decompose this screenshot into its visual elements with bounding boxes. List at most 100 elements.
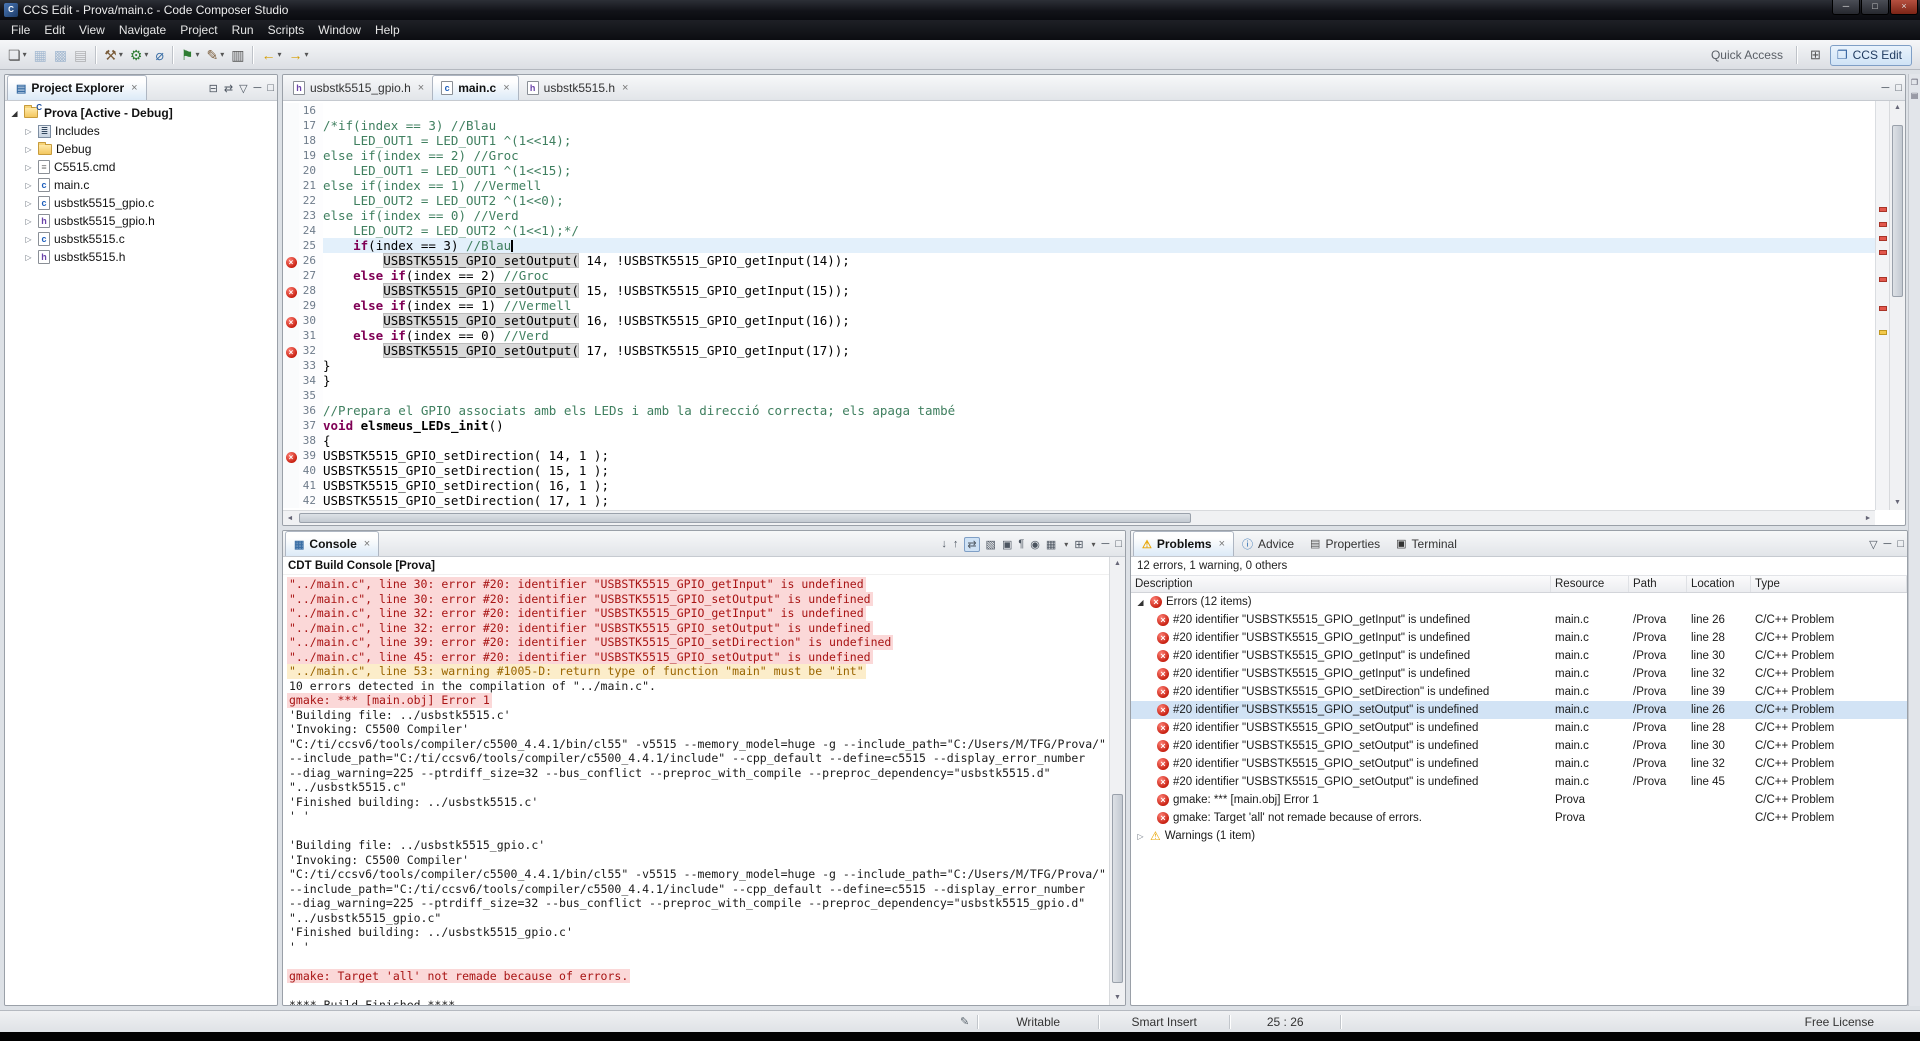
scrollbar-thumb[interactable] bbox=[1112, 794, 1123, 983]
restore-view-icon[interactable]: ❐ bbox=[1910, 78, 1920, 87]
column-header-path[interactable]: Path bbox=[1629, 576, 1687, 592]
outline-view-icon[interactable]: ▤ bbox=[1910, 91, 1920, 100]
code-text[interactable]: } bbox=[323, 373, 1875, 388]
dropdown-arrow-icon[interactable]: ▾ bbox=[304, 50, 308, 59]
code-text[interactable] bbox=[323, 388, 1875, 403]
dropdown-arrow-icon[interactable]: ▾ bbox=[1092, 540, 1096, 549]
code-text[interactable]: if(index == 3) //Blau bbox=[323, 238, 1875, 253]
tree-item[interactable]: ▷ Debug bbox=[5, 140, 277, 158]
error-marker[interactable]: × bbox=[283, 448, 299, 463]
collapsed-arrow-icon[interactable]: ▷ bbox=[23, 163, 34, 172]
open-perspective-icon[interactable]: ⊞ bbox=[1810, 47, 1821, 63]
quick-access-button[interactable]: Quick Access bbox=[1711, 48, 1783, 62]
maximize-icon[interactable]: □ bbox=[267, 82, 274, 94]
debug-icon[interactable]: ⚙ ▾ bbox=[127, 43, 152, 66]
tree-item[interactable]: ▷ h usbstk5515_gpio.h bbox=[5, 212, 277, 230]
code-text[interactable]: else if(index == 0) //Verd bbox=[323, 328, 1875, 343]
scrollbar-thumb[interactable] bbox=[299, 513, 1191, 523]
code-text[interactable]: void elsmeus_LEDs_init() bbox=[323, 418, 1875, 433]
pin-console-icon[interactable]: ◉ bbox=[1030, 538, 1040, 551]
editor-horizontal-scrollbar[interactable]: ◄ ► bbox=[283, 510, 1875, 525]
menu-view[interactable]: View bbox=[72, 20, 112, 40]
tab-main.c[interactable]: c main.c × bbox=[432, 75, 519, 100]
code-text[interactable]: USBSTK5515_GPIO_setDirection( 17, 1 ); bbox=[323, 493, 1875, 508]
problem-row[interactable]: × #20 identifier "USBSTK5515_GPIO_setOutp… bbox=[1131, 701, 1907, 719]
problem-row[interactable]: × #20 identifier "USBSTK5515_GPIO_setOutp… bbox=[1131, 755, 1907, 773]
problem-row[interactable]: × #20 identifier "USBSTK5515_GPIO_setDire… bbox=[1131, 683, 1907, 701]
collapsed-arrow-icon[interactable]: ▷ bbox=[23, 181, 34, 190]
tree-item[interactable]: ▷ ≣ Includes bbox=[5, 122, 277, 140]
dropdown-arrow-icon[interactable]: ▾ bbox=[1064, 540, 1068, 549]
close-window-button[interactable]: × bbox=[1890, 0, 1918, 15]
memory-browser-icon[interactable]: ▥ bbox=[228, 43, 247, 66]
dropdown-arrow-icon[interactable]: ▾ bbox=[277, 50, 281, 59]
problem-row[interactable]: × #20 identifier "USBSTK5515_GPIO_getInpu… bbox=[1131, 647, 1907, 665]
maximize-icon[interactable]: □ bbox=[1115, 538, 1122, 550]
error-marker[interactable]: × bbox=[283, 313, 299, 328]
close-icon[interactable]: × bbox=[622, 82, 628, 94]
collapsed-arrow-icon[interactable]: ▷ bbox=[23, 217, 34, 226]
menu-project[interactable]: Project bbox=[173, 20, 224, 40]
forward-icon[interactable]: → ▾ bbox=[285, 43, 311, 66]
scroll-right-icon[interactable]: ► bbox=[1861, 511, 1875, 525]
minimize-icon[interactable]: ─ bbox=[254, 82, 262, 94]
dropdown-arrow-icon[interactable]: ▾ bbox=[195, 50, 199, 59]
highlight-icon[interactable]: ✎ ▾ bbox=[203, 43, 227, 66]
problem-row[interactable]: × #20 identifier "USBSTK5515_GPIO_setOutp… bbox=[1131, 719, 1907, 737]
tree-item[interactable]: ▷ c main.c bbox=[5, 176, 277, 194]
scroll-left-icon[interactable]: ◄ bbox=[283, 511, 297, 525]
overview-ruler[interactable] bbox=[1875, 101, 1889, 510]
error-overview-mark[interactable] bbox=[1879, 305, 1887, 311]
problem-row[interactable]: × gmake: *** [main.obj] Error 1 Prova C/C++… bbox=[1131, 791, 1907, 809]
minimize-icon[interactable]: ─ bbox=[1884, 538, 1892, 550]
error-marker[interactable]: × bbox=[283, 343, 299, 358]
menu-navigate[interactable]: Navigate bbox=[112, 20, 173, 40]
sync-editor-icon[interactable]: ⇄ bbox=[964, 536, 980, 552]
menu-edit[interactable]: Edit bbox=[37, 20, 72, 40]
close-icon[interactable]: × bbox=[418, 82, 424, 94]
close-icon[interactable]: × bbox=[131, 82, 137, 94]
error-overview-mark[interactable] bbox=[1879, 235, 1887, 241]
view-menu-icon[interactable]: ▽ bbox=[1869, 538, 1877, 551]
clear-console-icon[interactable]: ▧ bbox=[986, 538, 996, 551]
error-marker[interactable]: × bbox=[283, 283, 299, 298]
menu-scripts[interactable]: Scripts bbox=[261, 20, 312, 40]
tab-usbstk5515.h[interactable]: h usbstk5515.h × bbox=[519, 75, 637, 100]
tab-properties[interactable]: ▤ Properties bbox=[1302, 531, 1388, 556]
back-icon[interactable]: ← ▾ bbox=[258, 43, 284, 66]
scroll-up-icon[interactable]: ▲ bbox=[1890, 101, 1905, 115]
tree-item[interactable]: ▷ ≡ C5515.cmd bbox=[5, 158, 277, 176]
code-text[interactable]: USBSTK5515_GPIO_setOutput( 14, !USBSTK55… bbox=[323, 253, 1875, 268]
menu-window[interactable]: Window bbox=[311, 20, 368, 40]
collapsed-arrow-icon[interactable]: ▷ bbox=[23, 235, 34, 244]
open-console-icon[interactable]: ⊞ bbox=[1074, 538, 1083, 551]
minimize-icon[interactable]: ─ bbox=[1102, 538, 1110, 550]
minimize-icon[interactable]: ─ bbox=[1882, 82, 1890, 94]
close-icon[interactable]: × bbox=[1219, 538, 1225, 550]
prev-error-icon[interactable]: ↑ bbox=[953, 538, 959, 550]
code-text[interactable]: USBSTK5515_GPIO_setOutput( 15, !USBSTK55… bbox=[323, 283, 1875, 298]
editor-vertical-scrollbar[interactable]: ▲ ▼ bbox=[1889, 101, 1905, 510]
collapsed-arrow-icon[interactable]: ▷ bbox=[23, 253, 34, 262]
tree-item[interactable]: ▷ h usbstk5515.h bbox=[5, 248, 277, 266]
menu-run[interactable]: Run bbox=[225, 20, 261, 40]
tab-console[interactable]: ▦ Console × bbox=[285, 531, 380, 556]
collapsed-arrow-icon[interactable]: ▷ bbox=[23, 145, 34, 154]
code-text[interactable]: else if(index == 1) //Vermell bbox=[323, 298, 1875, 313]
column-header-description[interactable]: Description bbox=[1131, 576, 1551, 592]
dropdown-arrow-icon[interactable]: ▾ bbox=[119, 50, 123, 59]
code-text[interactable]: else if(index == 0) //Verd bbox=[323, 208, 1875, 223]
menu-help[interactable]: Help bbox=[368, 20, 407, 40]
problem-row[interactable]: × #20 identifier "USBSTK5515_GPIO_getInpu… bbox=[1131, 629, 1907, 647]
run-flag-icon[interactable]: ⚑ ▾ bbox=[178, 43, 203, 66]
problem-row[interactable]: × #20 identifier "USBSTK5515_GPIO_setOutp… bbox=[1131, 737, 1907, 755]
tree-item[interactable]: ▷ c usbstk5515_gpio.c bbox=[5, 194, 277, 212]
code-text[interactable]: //Prepara el GPIO associats amb els LEDs… bbox=[323, 403, 1875, 418]
expanded-arrow-icon[interactable]: ◢ bbox=[9, 109, 20, 118]
code-text[interactable]: USBSTK5515_GPIO_setOutput( 16, !USBSTK55… bbox=[323, 313, 1875, 328]
link-editor-icon[interactable]: ⇄ bbox=[224, 82, 233, 95]
tab-project-explorer[interactable]: ▤ Project Explorer × bbox=[7, 75, 147, 100]
code-text[interactable]: else if(index == 1) //Vermell bbox=[323, 178, 1875, 193]
column-header-type[interactable]: Type bbox=[1751, 576, 1907, 592]
collapsed-arrow-icon[interactable]: ▷ bbox=[23, 199, 34, 208]
